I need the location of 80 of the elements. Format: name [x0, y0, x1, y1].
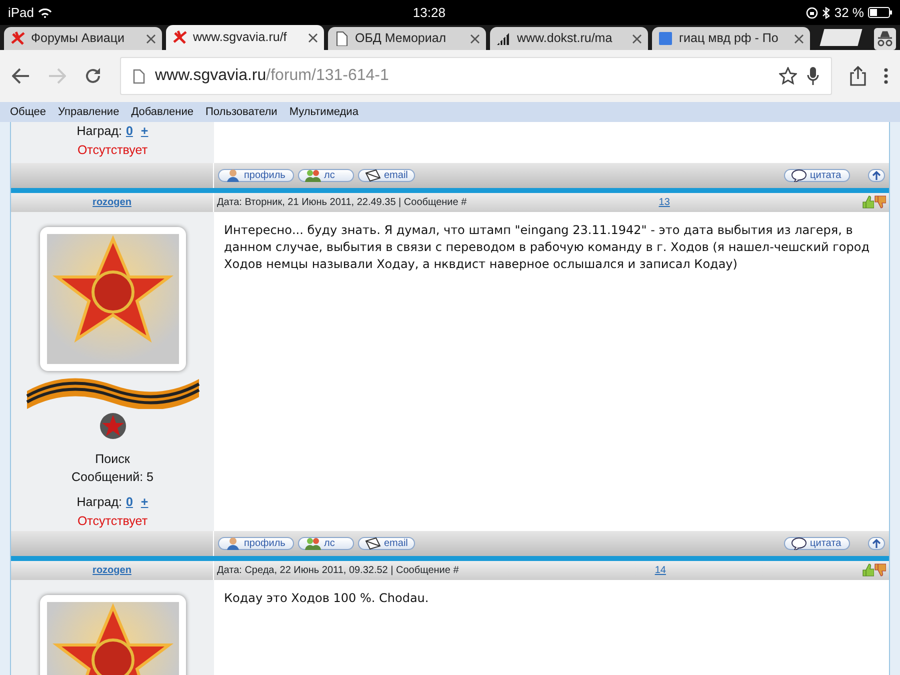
reload-icon[interactable] — [84, 67, 102, 85]
post-text: Интересно... буду знать. Я думал, что штамп "eingang 23.11.1942" - это дата выбытия из лагеря, в данном случае, выбытия в связи с переводом в рабочую команду в г. Ходов (я нашел-чешский город Ходов немцы называли Ходау, а нквдист наверное ослышался и записал Кодау) — [223, 222, 871, 272]
post-date: Дата: Среда, 22 Июнь 2011, 09.32.52 | Сообщение # — [217, 564, 460, 578]
quote-button[interactable]: цитата — [784, 536, 850, 550]
thumbs-up-icon[interactable] — [862, 195, 874, 209]
microphone-icon[interactable] — [807, 66, 819, 86]
lock-rotation-icon — [806, 6, 818, 18]
post-action-button[interactable]: профиль — [218, 536, 294, 550]
close-icon — [308, 32, 318, 42]
user-rank: Поиск — [94, 450, 131, 468]
incognito-icon[interactable] — [874, 28, 896, 50]
new-tab-button[interactable] — [820, 29, 862, 46]
awards-label: Наград: — [76, 494, 122, 511]
post-action-button[interactable]: email — [358, 168, 415, 182]
menu-item[interactable]: Добавление — [131, 104, 194, 120]
address-bar[interactable]: www.sgvavia.ru/forum/131-614-1 — [120, 57, 832, 95]
thumbs-down-icon[interactable] — [874, 563, 886, 577]
bluetooth-icon — [822, 6, 830, 18]
share-icon[interactable] — [850, 66, 866, 86]
close-icon — [146, 34, 156, 44]
post-action-button[interactable]: email — [358, 536, 415, 550]
close-icon — [632, 34, 642, 44]
battery-percent: 32 % — [834, 4, 864, 22]
status-time: 13:28 — [412, 4, 446, 20]
pm-icon — [305, 536, 321, 550]
pm-icon — [305, 168, 321, 182]
awards-count-link[interactable]: 0 — [126, 122, 133, 141]
favicon-icon — [334, 31, 349, 46]
browser-tab[interactable]: www.dokst.ru/ma — [490, 27, 648, 50]
thumbs-down-icon[interactable] — [874, 195, 886, 209]
menu-icon[interactable] — [884, 68, 888, 84]
add-award-link[interactable]: + — [140, 493, 148, 512]
thumbs-up-icon[interactable] — [862, 563, 874, 577]
star-icon[interactable] — [779, 67, 797, 85]
email-icon — [365, 168, 381, 182]
speech-bubble-icon — [791, 536, 807, 550]
post-text: Кодау это Ходов 100 %. Chodau. — [223, 590, 430, 606]
post-action-button[interactable]: профиль — [218, 168, 294, 182]
wifi-icon — [38, 8, 52, 18]
awards-count-link[interactable]: 0 — [126, 493, 133, 512]
email-icon — [365, 536, 381, 550]
favicon-icon — [172, 30, 187, 45]
author-link[interactable]: rozogen — [92, 562, 132, 578]
scroll-up-button[interactable] — [868, 168, 885, 182]
browser-tab[interactable]: гиац мвд рф - По — [652, 27, 810, 50]
favicon-icon — [658, 31, 673, 46]
post-action-button[interactable]: лс — [298, 168, 354, 182]
arrow-up-icon — [872, 170, 881, 180]
profile-icon — [225, 168, 241, 182]
quote-button[interactable]: цитата — [784, 168, 850, 182]
menu-item[interactable]: Пользователи — [206, 104, 278, 120]
awards-label: Наград: — [76, 123, 122, 140]
post-number-link[interactable]: 13 — [658, 194, 670, 210]
menu-item[interactable]: Общее — [10, 104, 46, 120]
add-award-link[interactable]: + — [140, 122, 148, 141]
back-icon[interactable] — [12, 68, 30, 84]
url-text: www.sgvavia.ru/forum/131-614-1 — [155, 66, 390, 86]
browser-tab[interactable]: ОБД Мемориал — [328, 27, 486, 50]
menu-item[interactable]: Мультимедиа — [289, 104, 358, 120]
post-action-button[interactable]: лс — [298, 536, 354, 550]
online-status: Отсутствует — [76, 512, 149, 530]
post-date: Дата: Вторник, 21 Июнь 2011, 22.49.35 | Сообщение # — [217, 196, 468, 210]
battery-icon — [868, 7, 892, 18]
favicon-icon — [10, 31, 25, 46]
arrow-up-icon — [872, 538, 881, 548]
device-name: iPad — [8, 4, 34, 22]
author-link[interactable]: rozogen — [92, 194, 132, 210]
profile-icon — [225, 536, 241, 550]
scroll-up-button[interactable] — [868, 536, 885, 550]
online-status: Отсутствует — [76, 142, 149, 159]
page-icon — [133, 68, 145, 84]
browser-tab[interactable]: www.sgvavia.ru/f — [166, 25, 324, 50]
close-icon — [794, 34, 804, 44]
browser-tab[interactable]: Форумы Авиаци — [4, 27, 162, 50]
post-number-link[interactable]: 14 — [654, 562, 666, 578]
menu-item[interactable]: Управление — [58, 104, 120, 120]
speech-bubble-icon — [791, 168, 807, 182]
favicon-icon — [496, 31, 511, 46]
message-count: Сообщений: 5 — [72, 469, 154, 486]
close-icon — [470, 34, 480, 44]
